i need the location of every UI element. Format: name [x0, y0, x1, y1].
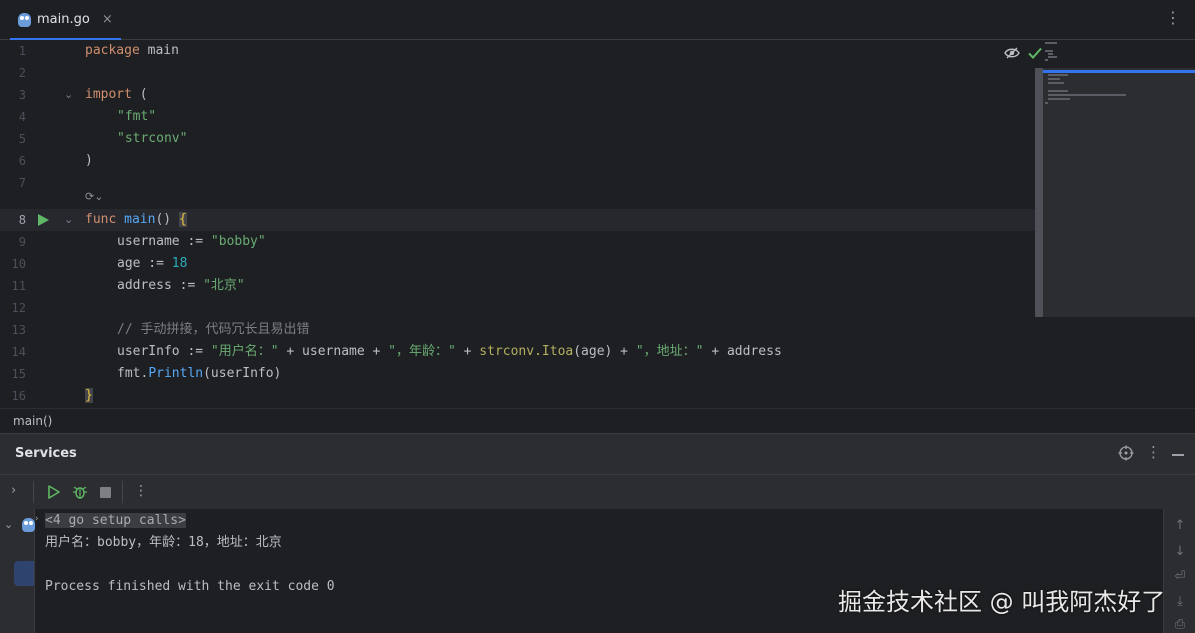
code-line: 12	[0, 297, 1042, 319]
code-text: userInfo := "用户名：" + username + "，年龄：" +…	[117, 344, 782, 359]
stop-icon[interactable]	[100, 487, 111, 498]
line-number: 1	[18, 44, 26, 58]
code-text: }	[85, 388, 93, 403]
line-number: 9	[18, 235, 26, 249]
code-text: )	[85, 153, 93, 168]
code-line: 11 address := "北京"	[0, 275, 1042, 297]
collapse-chevron-icon[interactable]: ⌄	[4, 518, 13, 531]
reader-mode-eye-icon[interactable]	[1004, 45, 1020, 61]
line-number: 2	[18, 66, 26, 80]
console-side-toolbar: ↑ ↓ ⏎ ⤓ ⎙	[1163, 509, 1195, 633]
code-line: 1 package main	[0, 40, 1042, 62]
line-number: 8	[18, 213, 26, 227]
watermark: 掘金技术社区 @ 叫我阿杰好了	[838, 588, 1166, 616]
scroll-to-end-icon[interactable]: ⤓	[1173, 594, 1187, 609]
run-gutter-icon[interactable]	[38, 209, 52, 231]
code-editor[interactable]: 1 package main 2 3 ⌄ import ( 4 "fmt" 5 …	[0, 40, 1195, 408]
code-text: age := 18	[117, 256, 188, 271]
line-number: 5	[18, 132, 26, 146]
breadcrumb-item-main[interactable]: main()	[13, 414, 52, 428]
services-toolbar: › ⋮	[0, 474, 1195, 510]
inlay-hint-icon[interactable]: ⟳⌄	[85, 190, 103, 203]
services-title: Services	[15, 446, 77, 461]
editor-tab-bar: main.go × ⋮	[0, 0, 1195, 40]
services-header: Services ⋮	[0, 434, 1195, 474]
code-comment: // 手动拼接，代码冗长且易出错	[117, 322, 310, 337]
code-text: "fmt"	[117, 109, 157, 124]
fold-chevron-icon[interactable]: ⌄	[64, 84, 76, 106]
no-problems-check-icon[interactable]	[1027, 45, 1043, 61]
fold-marker-icon[interactable]: ›	[35, 514, 39, 524]
console-line-finished: Process finished with the exit code 0	[45, 579, 335, 594]
toolbar-divider	[122, 481, 123, 503]
services-tree[interactable]: ⌄	[0, 509, 35, 633]
vertical-scrollbar[interactable]	[1035, 68, 1043, 317]
run-icon[interactable]	[47, 485, 61, 499]
line-number: 6	[18, 154, 26, 168]
gopher-icon	[18, 12, 31, 27]
toolbar-divider	[33, 481, 34, 503]
minimize-icon[interactable]	[1172, 454, 1184, 456]
code-line: 13 // 手动拼接，代码冗长且易出错	[0, 319, 1042, 341]
line-number: 15	[11, 367, 26, 381]
crosshair-icon[interactable]	[1118, 445, 1134, 461]
code-text: import (	[85, 87, 148, 102]
gopher-icon	[22, 518, 35, 532]
line-number: 16	[11, 389, 26, 403]
print-icon[interactable]: ⎙	[1173, 617, 1187, 632]
line-number: 10	[11, 257, 26, 271]
code-line: 4 "fmt"	[0, 106, 1042, 128]
debug-bug-icon[interactable]	[72, 484, 88, 500]
tree-item-selected[interactable]	[14, 561, 34, 586]
line-number: 13	[11, 323, 26, 337]
more-options-icon[interactable]: ⋮	[1146, 443, 1161, 461]
arrow-up-icon[interactable]: ↑	[1173, 518, 1187, 533]
arrow-down-icon[interactable]: ↓	[1173, 544, 1187, 559]
line-number: 12	[11, 301, 26, 315]
fold-chevron-icon[interactable]: ⌄	[64, 209, 76, 231]
code-text: func main() {	[85, 212, 187, 227]
code-line: 10 age := 18	[0, 253, 1042, 275]
code-line: 3 ⌄ import (	[0, 84, 1042, 106]
expand-chevron-icon[interactable]: ›	[11, 483, 16, 498]
setup-calls-fold[interactable]: <4 go setup calls>	[45, 510, 186, 532]
minimap[interactable]	[1043, 40, 1195, 408]
code-text: package main	[85, 43, 179, 58]
code-line: 15 fmt.Println(userInfo)	[0, 363, 1042, 385]
soft-wrap-icon[interactable]: ⏎	[1173, 569, 1187, 584]
line-number: 4	[18, 110, 26, 124]
more-options-icon[interactable]: ⋮	[134, 483, 148, 499]
code-text: address := "北京"	[117, 278, 245, 293]
tab-label: main.go	[37, 12, 90, 27]
code-line-current: 8 ⌄ func main() {	[0, 209, 1042, 231]
line-number: 11	[11, 279, 26, 293]
line-number: 14	[11, 345, 26, 359]
line-number: 7	[18, 176, 26, 190]
minimap-viewport	[1043, 68, 1195, 317]
line-number: 3	[18, 88, 26, 102]
code-line: 6 )	[0, 150, 1042, 172]
breadcrumb: main()	[0, 408, 1195, 434]
code-text: "strconv"	[117, 131, 188, 146]
code-text: username := "bobby"	[117, 234, 266, 249]
code-line: 9 username := "bobby"	[0, 231, 1042, 253]
tab-main-go[interactable]: main.go ×	[10, 0, 121, 40]
code-line: 14 userInfo := "用户名：" + username + "，年龄：…	[0, 341, 1042, 363]
code-line: 7	[0, 172, 1042, 194]
code-line: 5 "strconv"	[0, 128, 1042, 150]
code-line: 16 }	[0, 385, 1042, 407]
more-options-icon[interactable]: ⋮	[1165, 9, 1181, 27]
console-line-output: 用户名：bobby，年龄：18，地址：北京	[45, 535, 282, 550]
code-line: 2	[0, 62, 1042, 84]
close-icon[interactable]: ×	[102, 12, 113, 27]
code-text: fmt.Println(userInfo)	[117, 366, 282, 381]
